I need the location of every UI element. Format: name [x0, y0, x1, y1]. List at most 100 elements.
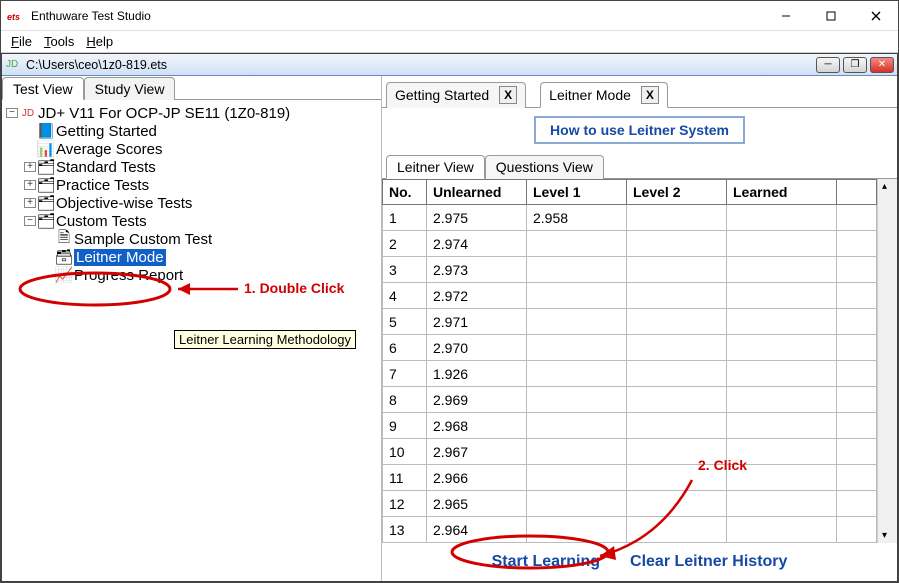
- cell-no[interactable]: 6: [383, 335, 427, 361]
- tab-study-view[interactable]: Study View: [84, 77, 176, 100]
- cell-l2[interactable]: [627, 257, 727, 283]
- cell-l2[interactable]: [627, 231, 727, 257]
- cell-learned[interactable]: [727, 309, 837, 335]
- cell-learned[interactable]: [727, 465, 837, 491]
- expand-icon[interactable]: +: [24, 198, 36, 208]
- collapse-icon[interactable]: −: [6, 108, 18, 118]
- cell-learned[interactable]: [727, 361, 837, 387]
- test-tree[interactable]: − JD JD+ V11 For OCP-JP SE11 (1Z0-819) 📘…: [2, 100, 381, 581]
- cell-unlearned[interactable]: 2.975: [427, 205, 527, 231]
- tree-standard-tests[interactable]: + 🗂 Standard Tests: [6, 158, 377, 176]
- cell-learned[interactable]: [727, 517, 837, 543]
- tree-progress-report[interactable]: 📈 Progress Report: [6, 266, 377, 284]
- cell-learned[interactable]: [727, 387, 837, 413]
- maximize-button[interactable]: [808, 2, 853, 30]
- cell-l1[interactable]: [527, 387, 627, 413]
- how-to-button[interactable]: How to use Leitner System: [534, 116, 745, 144]
- cell-learned[interactable]: [727, 257, 837, 283]
- cell-unlearned[interactable]: 2.965: [427, 491, 527, 517]
- cell-l2[interactable]: [627, 517, 727, 543]
- tree-objective-wise[interactable]: + 🗂 Objective-wise Tests: [6, 194, 377, 212]
- table-row[interactable]: 71.926: [383, 361, 877, 387]
- cell-l2[interactable]: [627, 361, 727, 387]
- cell-l1[interactable]: [527, 283, 627, 309]
- cell-l2[interactable]: [627, 465, 727, 491]
- cell-l1[interactable]: [527, 413, 627, 439]
- close-tab-leitner-mode[interactable]: X: [641, 86, 659, 104]
- close-button[interactable]: [853, 2, 898, 30]
- cell-unlearned[interactable]: 2.971: [427, 309, 527, 335]
- cell-unlearned[interactable]: 2.972: [427, 283, 527, 309]
- tab-test-view[interactable]: Test View: [2, 77, 84, 100]
- menu-tools[interactable]: Tools: [38, 32, 80, 51]
- table-row[interactable]: 82.969: [383, 387, 877, 413]
- tab-leitner-mode[interactable]: Leitner Mode X: [540, 82, 668, 108]
- cell-l2[interactable]: [627, 439, 727, 465]
- tree-leitner-mode[interactable]: 🗃 Leitner Mode: [6, 248, 377, 266]
- cell-l1[interactable]: 2.958: [527, 205, 627, 231]
- menu-help[interactable]: Help: [80, 32, 119, 51]
- cell-no[interactable]: 7: [383, 361, 427, 387]
- table-row[interactable]: 132.964: [383, 517, 877, 543]
- cell-unlearned[interactable]: 2.964: [427, 517, 527, 543]
- collapse-icon[interactable]: −: [24, 216, 36, 226]
- cell-no[interactable]: 5: [383, 309, 427, 335]
- cell-l1[interactable]: [527, 491, 627, 517]
- table-row[interactable]: 42.972: [383, 283, 877, 309]
- minimize-button[interactable]: [763, 2, 808, 30]
- tree-root[interactable]: − JD JD+ V11 For OCP-JP SE11 (1Z0-819): [6, 104, 377, 122]
- cell-l1[interactable]: [527, 309, 627, 335]
- clear-history-button[interactable]: Clear Leitner History: [630, 553, 787, 571]
- cell-learned[interactable]: [727, 439, 837, 465]
- start-learning-button[interactable]: Start Learning: [492, 553, 600, 571]
- cell-learned[interactable]: [727, 491, 837, 517]
- cell-no[interactable]: 3: [383, 257, 427, 283]
- cell-unlearned[interactable]: 2.974: [427, 231, 527, 257]
- menu-file[interactable]: File: [5, 32, 38, 51]
- cell-l1[interactable]: [527, 231, 627, 257]
- close-tab-getting-started[interactable]: X: [499, 86, 517, 104]
- table-row[interactable]: 22.974: [383, 231, 877, 257]
- cell-no[interactable]: 1: [383, 205, 427, 231]
- mdi-close-button[interactable]: ✕: [870, 57, 894, 73]
- table-row[interactable]: 122.965: [383, 491, 877, 517]
- table-row[interactable]: 52.971: [383, 309, 877, 335]
- cell-l1[interactable]: [527, 439, 627, 465]
- tree-average-scores[interactable]: 📊 Average Scores: [6, 140, 377, 158]
- tab-getting-started[interactable]: Getting Started X: [386, 82, 526, 108]
- cell-l2[interactable]: [627, 491, 727, 517]
- cell-l1[interactable]: [527, 517, 627, 543]
- col-unlearned[interactable]: Unlearned: [427, 180, 527, 205]
- cell-no[interactable]: 2: [383, 231, 427, 257]
- tree-practice-tests[interactable]: + 🗂 Practice Tests: [6, 176, 377, 194]
- cell-unlearned[interactable]: 2.966: [427, 465, 527, 491]
- scroll-up-icon[interactable]: ▴: [882, 181, 887, 192]
- cell-no[interactable]: 13: [383, 517, 427, 543]
- cell-l1[interactable]: [527, 257, 627, 283]
- mdi-minimize-button[interactable]: ─: [816, 57, 840, 73]
- cell-learned[interactable]: [727, 205, 837, 231]
- cell-l2[interactable]: [627, 335, 727, 361]
- cell-no[interactable]: 4: [383, 283, 427, 309]
- scroll-down-icon[interactable]: ▾: [882, 530, 887, 541]
- cell-unlearned[interactable]: 2.970: [427, 335, 527, 361]
- cell-learned[interactable]: [727, 335, 837, 361]
- cell-no[interactable]: 11: [383, 465, 427, 491]
- tree-sample-custom[interactable]: 🗎 Sample Custom Test: [6, 230, 377, 248]
- cell-l2[interactable]: [627, 387, 727, 413]
- cell-no[interactable]: 8: [383, 387, 427, 413]
- col-level1[interactable]: Level 1: [527, 180, 627, 205]
- mdi-restore-button[interactable]: ❐: [843, 57, 867, 73]
- cell-no[interactable]: 9: [383, 413, 427, 439]
- cell-unlearned[interactable]: 2.968: [427, 413, 527, 439]
- cell-no[interactable]: 10: [383, 439, 427, 465]
- col-no[interactable]: No.: [383, 180, 427, 205]
- cell-unlearned[interactable]: 1.926: [427, 361, 527, 387]
- table-row[interactable]: 12.9752.958: [383, 205, 877, 231]
- cell-learned[interactable]: [727, 283, 837, 309]
- table-row[interactable]: 32.973: [383, 257, 877, 283]
- subtab-leitner-view[interactable]: Leitner View: [386, 155, 485, 179]
- cell-learned[interactable]: [727, 413, 837, 439]
- cell-l2[interactable]: [627, 413, 727, 439]
- col-level2[interactable]: Level 2: [627, 180, 727, 205]
